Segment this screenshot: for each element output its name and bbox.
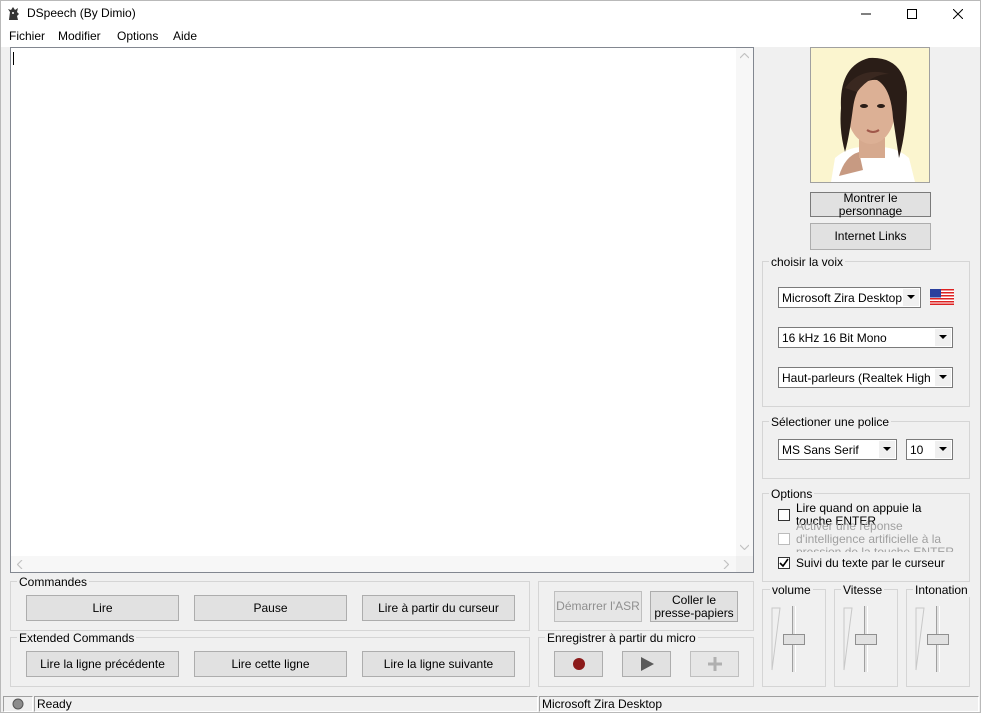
status-voice: Microsoft Zira Desktop bbox=[539, 696, 979, 712]
scroll-up-icon[interactable] bbox=[740, 53, 749, 59]
us-flag-icon bbox=[930, 289, 954, 305]
status-led-icon bbox=[12, 698, 24, 710]
menu-aide[interactable]: Aide bbox=[173, 29, 197, 43]
show-character-label: Montrer le personnage bbox=[838, 190, 903, 218]
scroll-corner bbox=[736, 556, 753, 572]
menu-bar: Fichier Modifier Options Aide bbox=[1, 27, 980, 47]
maximize-icon bbox=[907, 9, 917, 19]
record-icon bbox=[572, 658, 585, 670]
read-previous-line-button[interactable]: Lire la ligne précédente bbox=[26, 651, 179, 677]
slider-scale-icon bbox=[915, 607, 925, 671]
menu-modifier[interactable]: Modifier bbox=[58, 29, 101, 43]
scroll-down-icon[interactable] bbox=[740, 544, 749, 550]
status-indicator-pane bbox=[3, 696, 33, 712]
slider-thumb[interactable] bbox=[927, 634, 949, 645]
minimize-icon bbox=[861, 13, 871, 15]
read-this-line-label: Lire cette ligne bbox=[231, 656, 310, 671]
paste-clipboard-label-2: presse-papiers bbox=[654, 605, 734, 620]
slider-thumb[interactable] bbox=[855, 634, 877, 645]
internet-links-label: Internet Links bbox=[834, 229, 907, 243]
app-window: DSpeech (By Dimio) Fichier Modifier Opti… bbox=[0, 0, 981, 713]
maximize-button[interactable] bbox=[889, 1, 935, 27]
extended-group-label: Extended Commands bbox=[17, 631, 137, 645]
status-bar: Ready Microsoft Zira Desktop bbox=[1, 694, 980, 712]
close-icon bbox=[953, 9, 963, 19]
minimize-button[interactable] bbox=[843, 1, 889, 27]
title-bar: DSpeech (By Dimio) bbox=[1, 1, 980, 27]
ai-response-label-clip: Activer une réponse d'intelligence artif… bbox=[796, 521, 962, 552]
app-icon bbox=[8, 7, 19, 20]
character-portrait bbox=[810, 47, 930, 183]
audio-output-value: Haut-parleurs (Realtek High Defi bbox=[782, 371, 934, 385]
audio-format-select[interactable]: 16 kHz 16 Bit Mono bbox=[778, 327, 953, 348]
plus-icon bbox=[707, 657, 722, 671]
read-next-line-label: Lire la ligne suivante bbox=[383, 656, 494, 671]
add-recording-button[interactable] bbox=[690, 651, 739, 677]
pause-button-label: Pause bbox=[253, 600, 288, 615]
chevron-down-icon bbox=[879, 441, 895, 458]
slider-thumb[interactable] bbox=[783, 634, 805, 645]
slider-scale-icon bbox=[771, 607, 781, 671]
read-from-cursor-label: Lire à partir du curseur bbox=[378, 600, 499, 615]
menu-options[interactable]: Options bbox=[117, 29, 158, 43]
play-recording-button[interactable] bbox=[622, 651, 671, 677]
chevron-down-icon bbox=[935, 369, 951, 386]
voice-select-value: Microsoft Zira Desktop bbox=[782, 291, 903, 305]
pause-button[interactable]: Pause bbox=[194, 595, 347, 621]
record-button[interactable] bbox=[554, 651, 603, 677]
checkmark-icon bbox=[779, 558, 789, 568]
scroll-left-icon[interactable] bbox=[17, 560, 23, 569]
audio-output-select[interactable]: Haut-parleurs (Realtek High Defi bbox=[778, 367, 953, 388]
read-on-enter-checkbox[interactable] bbox=[778, 509, 790, 521]
audio-format-value: 16 kHz 16 Bit Mono bbox=[782, 331, 887, 345]
menu-fichier[interactable]: Fichier bbox=[9, 29, 45, 43]
status-text: Ready bbox=[34, 696, 538, 712]
internet-links-button[interactable]: Internet Links bbox=[810, 223, 931, 250]
window-title: DSpeech (By Dimio) bbox=[27, 6, 136, 20]
slider-scale-icon bbox=[843, 607, 853, 671]
follow-cursor-label: Suivi du texte par le curseur bbox=[796, 556, 945, 570]
horizontal-scrollbar[interactable] bbox=[11, 556, 736, 572]
font-group-label: Sélectioner une police bbox=[769, 415, 892, 429]
pitch-slider[interactable] bbox=[915, 606, 961, 672]
ai-response-checkbox[interactable] bbox=[778, 533, 790, 545]
commands-group-label: Commandes bbox=[17, 575, 90, 589]
show-character-button[interactable]: Montrer le personnage bbox=[810, 190, 931, 218]
scroll-right-icon[interactable] bbox=[723, 560, 729, 569]
vertical-scrollbar[interactable] bbox=[736, 48, 753, 556]
speed-label: Vitesse bbox=[841, 583, 885, 597]
read-button-label: Lire bbox=[92, 600, 113, 615]
chevron-down-icon bbox=[935, 441, 951, 458]
start-asr-button[interactable]: Démarrer l'ASR bbox=[554, 591, 642, 622]
chevron-down-icon bbox=[935, 329, 951, 346]
read-button[interactable]: Lire bbox=[26, 595, 179, 621]
font-size-value: 10 bbox=[910, 443, 924, 457]
paste-clipboard-label-1: Coller le bbox=[671, 592, 716, 607]
voice-select[interactable]: Microsoft Zira Desktop bbox=[778, 287, 921, 308]
pitch-label: Intonation bbox=[913, 583, 970, 597]
read-this-line-button[interactable]: Lire cette ligne bbox=[194, 651, 347, 677]
follow-cursor-checkbox[interactable] bbox=[778, 557, 790, 569]
paste-clipboard-button[interactable]: Coller le presse-papiers bbox=[650, 591, 738, 622]
volume-slider[interactable] bbox=[771, 606, 817, 672]
voice-group-label: choisir la voix bbox=[769, 255, 846, 269]
start-asr-label: Démarrer l'ASR bbox=[556, 599, 640, 613]
close-button[interactable] bbox=[935, 1, 980, 27]
record-group-label: Enregistrer à partir du micro bbox=[545, 631, 698, 645]
read-previous-line-label: Lire la ligne précédente bbox=[40, 656, 165, 671]
chevron-down-icon bbox=[903, 289, 919, 306]
font-select-value: MS Sans Serif bbox=[782, 443, 859, 457]
read-next-line-button[interactable]: Lire la ligne suivante bbox=[362, 651, 515, 677]
font-select[interactable]: MS Sans Serif bbox=[778, 439, 897, 460]
volume-label: volume bbox=[770, 583, 813, 597]
ai-response-label: Activer une réponse d'intelligence artif… bbox=[796, 521, 955, 552]
options-group-label: Options bbox=[769, 487, 815, 501]
text-caret bbox=[13, 52, 14, 65]
play-icon bbox=[640, 657, 654, 671]
font-size-select[interactable]: 10 bbox=[906, 439, 953, 460]
text-editor[interactable] bbox=[10, 47, 754, 573]
speed-slider[interactable] bbox=[843, 606, 889, 672]
read-from-cursor-button[interactable]: Lire à partir du curseur bbox=[362, 595, 515, 621]
character-image bbox=[811, 48, 929, 182]
